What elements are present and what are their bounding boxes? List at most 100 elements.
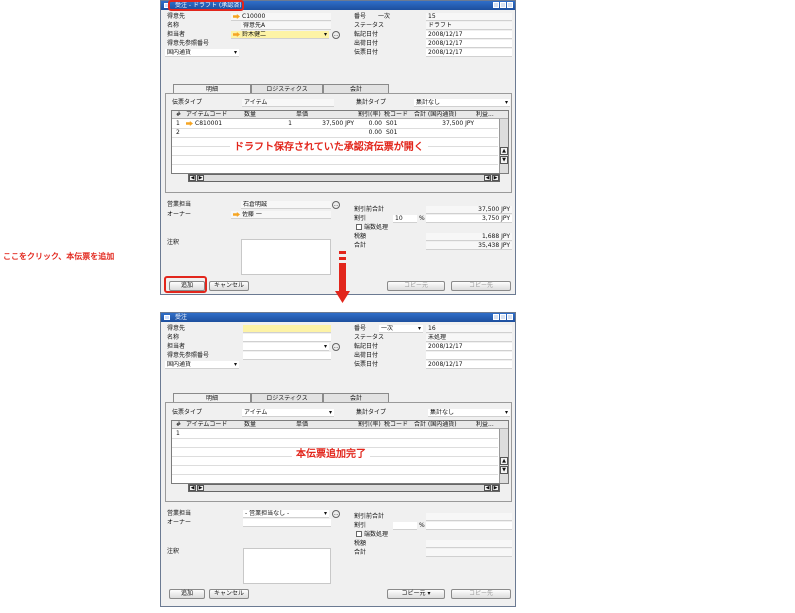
sales-employee-field[interactable]: 石倉明誠 (241, 201, 331, 209)
vertical-scrollbar[interactable]: ▲ ▼ (499, 119, 508, 173)
close-icon[interactable] (507, 314, 513, 320)
column-header[interactable]: 利益... (474, 421, 500, 429)
tab-contents[interactable]: 明細 (173, 393, 251, 402)
minimize-icon[interactable] (493, 2, 499, 8)
scroll-up-icon[interactable]: ▲ (500, 147, 508, 155)
maximize-icon[interactable] (500, 314, 506, 320)
scroll-down-icon[interactable]: ▼ (500, 466, 508, 474)
delivery-date-field[interactable] (426, 352, 512, 360)
customer-field[interactable] (243, 325, 331, 333)
summary-type-select[interactable]: 集計なし ▾ (428, 409, 510, 417)
contact-info-button[interactable]: … (332, 343, 340, 351)
table-row[interactable]: 1 C810001 1 37,500 JPY 0.00 S01 37,500 J… (172, 120, 498, 129)
discount-cell[interactable]: 0.00 (356, 120, 382, 128)
scroll-left-icon[interactable]: ◀ (484, 175, 491, 181)
close-icon[interactable] (507, 2, 513, 8)
tab-logistics[interactable]: ロジスティクス (251, 84, 323, 93)
link-arrow-icon[interactable] (233, 14, 240, 19)
chevron-down-icon[interactable]: ▾ (324, 31, 327, 38)
tab-contents[interactable]: 明細 (173, 84, 251, 93)
contact-info-button[interactable]: … (332, 31, 340, 39)
scroll-right-icon[interactable]: ▶ (492, 485, 499, 491)
customer-ref-field[interactable] (243, 352, 331, 360)
scroll-right-icon[interactable]: ▶ (492, 175, 499, 181)
add-button[interactable]: 追加 (169, 589, 205, 599)
scroll-up-icon[interactable]: ▲ (500, 457, 508, 465)
column-header[interactable]: 数量 (242, 421, 292, 429)
sales-employee-info-button[interactable]: … (332, 201, 340, 209)
name-field[interactable]: 得意先A (241, 22, 331, 30)
doc-number-field[interactable]: 15 (426, 13, 512, 21)
currency-select[interactable]: 国内通貨 ▾ (165, 361, 239, 369)
table-row[interactable] (172, 156, 498, 165)
horizontal-scrollbar[interactable]: ◀ ▶ ◀ ▶ (188, 174, 500, 182)
scroll-left-icon[interactable]: ◀ (484, 485, 491, 491)
summary-type-select[interactable]: 集計なし ▾ (414, 99, 510, 107)
tab-accounting[interactable]: 会計 (323, 393, 389, 402)
delivery-date-field[interactable]: 2008/12/17 (426, 40, 512, 48)
table-row[interactable] (172, 466, 498, 475)
posting-date-field[interactable]: 2008/12/17 (426, 343, 512, 351)
item-type-select[interactable]: アイテム ▾ (242, 409, 334, 417)
remarks-textarea[interactable] (241, 239, 331, 275)
scroll-down-icon[interactable]: ▼ (500, 156, 508, 164)
discount-amount-field[interactable]: 3,750 JPY (426, 215, 512, 223)
posting-date-field[interactable]: 2008/12/17 (426, 31, 512, 39)
currency-select[interactable]: 国内通貨 ▾ (165, 49, 239, 57)
series-select[interactable]: 一次 (378, 13, 390, 21)
column-header[interactable]: 単価 (294, 421, 354, 429)
column-header[interactable]: アイテムコード (184, 421, 240, 429)
link-arrow-icon[interactable] (233, 212, 240, 217)
quantity-cell[interactable]: 1 (242, 120, 292, 128)
doc-number-field[interactable]: 16 (426, 325, 512, 333)
scroll-right-icon[interactable]: ▶ (197, 485, 204, 491)
document-date-field[interactable]: 2008/12/17 (426, 361, 512, 369)
scroll-left-icon[interactable]: ◀ (189, 175, 196, 181)
tab-logistics[interactable]: ロジスティクス (251, 393, 323, 402)
sales-employee-select[interactable]: - 営業担当なし - ▾ (243, 510, 329, 518)
discount-amount-field[interactable] (426, 522, 512, 530)
copy-from-button[interactable]: コピー元 (387, 281, 445, 291)
column-header[interactable]: 合計 (国内通貨) (412, 111, 474, 119)
discount-cell[interactable]: 0.00 (356, 129, 382, 137)
column-header[interactable]: 割引(率) (356, 421, 382, 429)
column-header[interactable]: アイテムコード (184, 111, 240, 119)
discount-percent-field[interactable] (393, 522, 417, 530)
horizontal-scrollbar[interactable]: ◀ ▶ ◀ ▶ (188, 484, 500, 492)
column-header[interactable]: 合計 (国内通貨) (412, 421, 474, 429)
table-row[interactable]: 2 0.00 S01 (172, 129, 498, 138)
copy-to-button[interactable]: コピー先 (451, 589, 511, 599)
checkbox-icon[interactable] (356, 224, 362, 230)
name-field[interactable] (243, 334, 331, 342)
scroll-left-icon[interactable]: ◀ (189, 485, 196, 491)
total-cell[interactable]: 37,500 JPY (412, 120, 474, 128)
chevron-down-icon[interactable]: ▾ (324, 343, 327, 350)
remarks-textarea[interactable] (243, 548, 331, 584)
contact-field[interactable]: ▾ (243, 343, 329, 351)
tax-code-cell[interactable]: S01 (384, 129, 412, 137)
rounding-checkbox[interactable]: 端数処理 (356, 531, 388, 539)
minimize-icon[interactable] (493, 314, 499, 320)
owner-field[interactable] (243, 519, 331, 527)
link-arrow-icon[interactable] (186, 121, 193, 126)
rounding-checkbox[interactable]: 端数処理 (356, 224, 388, 232)
column-header[interactable]: 単価 (294, 111, 354, 119)
table-row[interactable]: 1 (172, 430, 498, 439)
column-header[interactable]: 割引(率) (356, 111, 382, 119)
copy-to-button[interactable]: コピー先 (451, 281, 511, 291)
price-cell[interactable]: 37,500 JPY (294, 120, 354, 128)
item-type-select[interactable]: アイテム (242, 99, 334, 107)
link-arrow-icon[interactable] (233, 32, 240, 37)
cancel-button[interactable]: キャンセル (209, 589, 249, 599)
customer-field[interactable]: C10000 (231, 13, 331, 21)
item-code-cell[interactable]: C810001 (184, 120, 240, 128)
column-header[interactable]: 数量 (242, 111, 292, 119)
tab-accounting[interactable]: 会計 (323, 84, 389, 93)
column-header[interactable]: 税コード (382, 111, 412, 119)
column-header[interactable]: # (174, 111, 182, 119)
column-header[interactable]: 利益... (474, 111, 500, 119)
checkbox-icon[interactable] (356, 531, 362, 537)
vertical-scrollbar[interactable]: ▲ ▼ (499, 429, 508, 483)
column-header[interactable]: # (174, 421, 182, 429)
discount-percent-field[interactable]: 10 (393, 215, 417, 223)
